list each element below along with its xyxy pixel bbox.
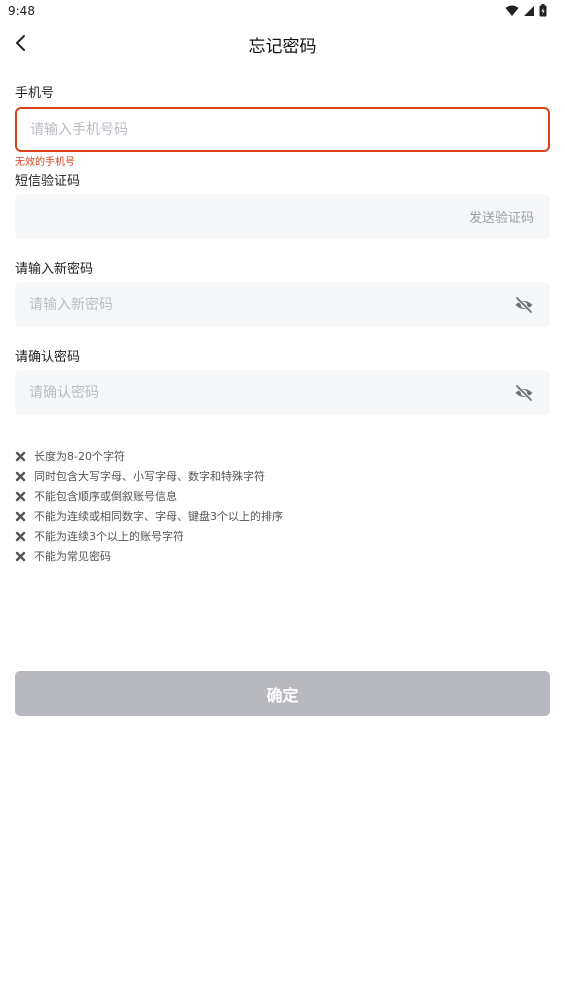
sms-code-input[interactable] (29, 194, 449, 239)
eye-off-icon[interactable] (514, 295, 534, 315)
phone-error-text: 无效的手机号 (15, 157, 75, 168)
rule-item: 长度为8-20个字符 (15, 446, 283, 466)
status-time: 9:48 (8, 4, 35, 18)
send-code-button[interactable]: 发送验证码 (469, 194, 534, 239)
phone-label: 手机号 (15, 86, 55, 101)
rule-item: 同时包含大写字母、小写字母、数字和特殊字符 (15, 466, 283, 486)
x-icon (15, 451, 26, 461)
x-icon (15, 471, 26, 481)
sms-code-input-box: 发送验证码 (15, 194, 550, 239)
confirm-password-label: 请确认密码 (15, 350, 81, 365)
x-icon (15, 551, 26, 561)
confirm-password-input-box (15, 370, 550, 415)
status-icons (505, 4, 547, 17)
sms-code-label: 短信验证码 (15, 174, 81, 189)
rule-item: 不能为连续或相同数字、字母、键盘3个以上的排序 (15, 506, 283, 526)
x-icon (15, 531, 26, 541)
page-title: 忘记密码 (248, 37, 317, 57)
x-icon (15, 511, 26, 521)
rule-item: 不能包含顺序或倒叙账号信息 (15, 486, 283, 506)
rule-text: 不能包含顺序或倒叙账号信息 (34, 490, 177, 503)
wifi-icon (505, 5, 519, 16)
eye-off-icon[interactable] (514, 383, 534, 403)
status-bar: 9:48 (0, 0, 565, 24)
x-icon (15, 491, 26, 501)
rule-text: 同时包含大写字母、小写字母、数字和特殊字符 (34, 470, 265, 483)
rule-text: 不能为常见密码 (34, 550, 111, 563)
phone-input[interactable] (30, 109, 450, 150)
confirm-password-input[interactable] (29, 370, 449, 415)
rule-item: 不能为常见密码 (15, 546, 283, 566)
new-password-input[interactable] (29, 282, 449, 327)
signal-icon (524, 5, 534, 16)
rule-text: 不能为连续或相同数字、字母、键盘3个以上的排序 (34, 510, 283, 523)
new-password-label: 请输入新密码 (15, 262, 94, 277)
new-password-input-box (15, 282, 550, 327)
rule-text: 长度为8-20个字符 (34, 450, 125, 463)
rule-text: 不能为连续3个以上的账号字符 (34, 530, 184, 543)
password-rules: 长度为8-20个字符 同时包含大写字母、小写字母、数字和特殊字符 不能包含顺序或… (15, 446, 283, 566)
phone-input-box (15, 107, 550, 152)
confirm-button[interactable]: 确定 (15, 671, 550, 716)
rule-item: 不能为连续3个以上的账号字符 (15, 526, 283, 546)
nav-bar: 忘记密码 (0, 26, 565, 60)
battery-icon (539, 4, 547, 17)
